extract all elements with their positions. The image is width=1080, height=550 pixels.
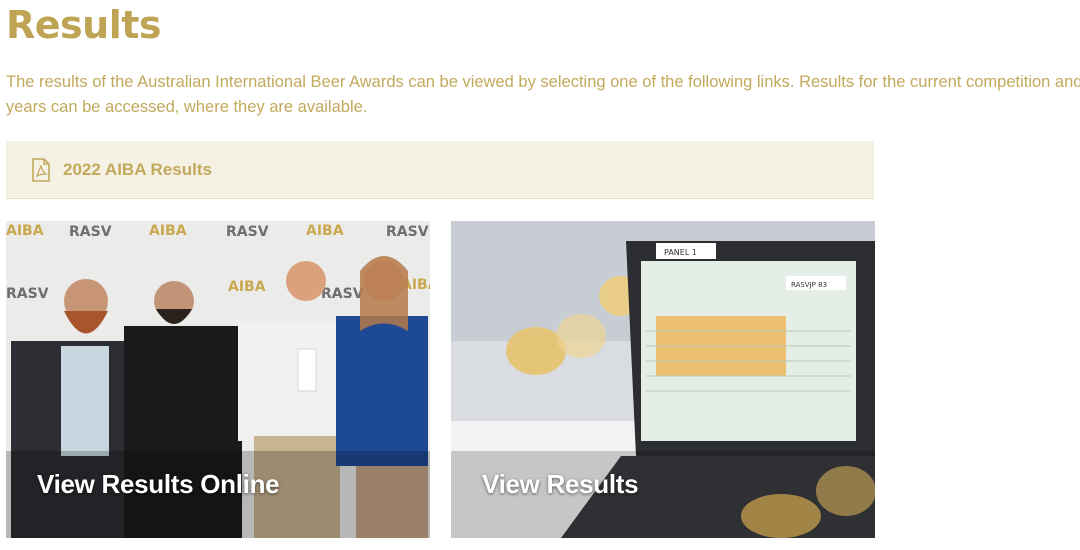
sheet-tag-text: RASVJP 83 <box>791 281 827 289</box>
pdf-icon <box>30 157 52 182</box>
results-2022-link[interactable]: 2022 AIBA Results <box>6 141 874 199</box>
aiba-logo-text-2: AIBA <box>149 223 187 239</box>
rasv-logo-text: RASV <box>69 224 112 240</box>
aiba-logo-text-4: AIBA <box>228 279 266 295</box>
results-2022-label: 2022 AIBA Results <box>63 159 212 179</box>
panel-tag-text: PANEL 1 <box>664 248 697 257</box>
view-results-label: View Results <box>482 469 639 499</box>
rasv-logo-text-2: RASV <box>226 224 269 240</box>
intro-line-1: The results of the Australian Internatio… <box>6 73 1080 91</box>
view-results-online-label: View Results Online <box>37 469 280 499</box>
intro-text: The results of the Australian Internatio… <box>6 70 1080 120</box>
rasv-logo-text-4: RASV <box>6 286 49 302</box>
aiba-logo-text-3: AIBA <box>306 223 344 239</box>
page-title: Results <box>6 3 162 47</box>
aiba-logo-text: AIBA <box>6 223 44 239</box>
rasv-logo-text-5: RASV <box>321 286 364 302</box>
view-results-online-card[interactable]: AIBA RASV AIBA RASV AIBA RASV RASV AIBA … <box>6 221 430 538</box>
rasv-logo-text-3: RASV <box>386 224 429 240</box>
intro-line-2: years can be accessed, where they are av… <box>6 98 368 116</box>
view-results-card[interactable]: PANEL 1 RASVJP 83 View Results <box>451 221 875 538</box>
